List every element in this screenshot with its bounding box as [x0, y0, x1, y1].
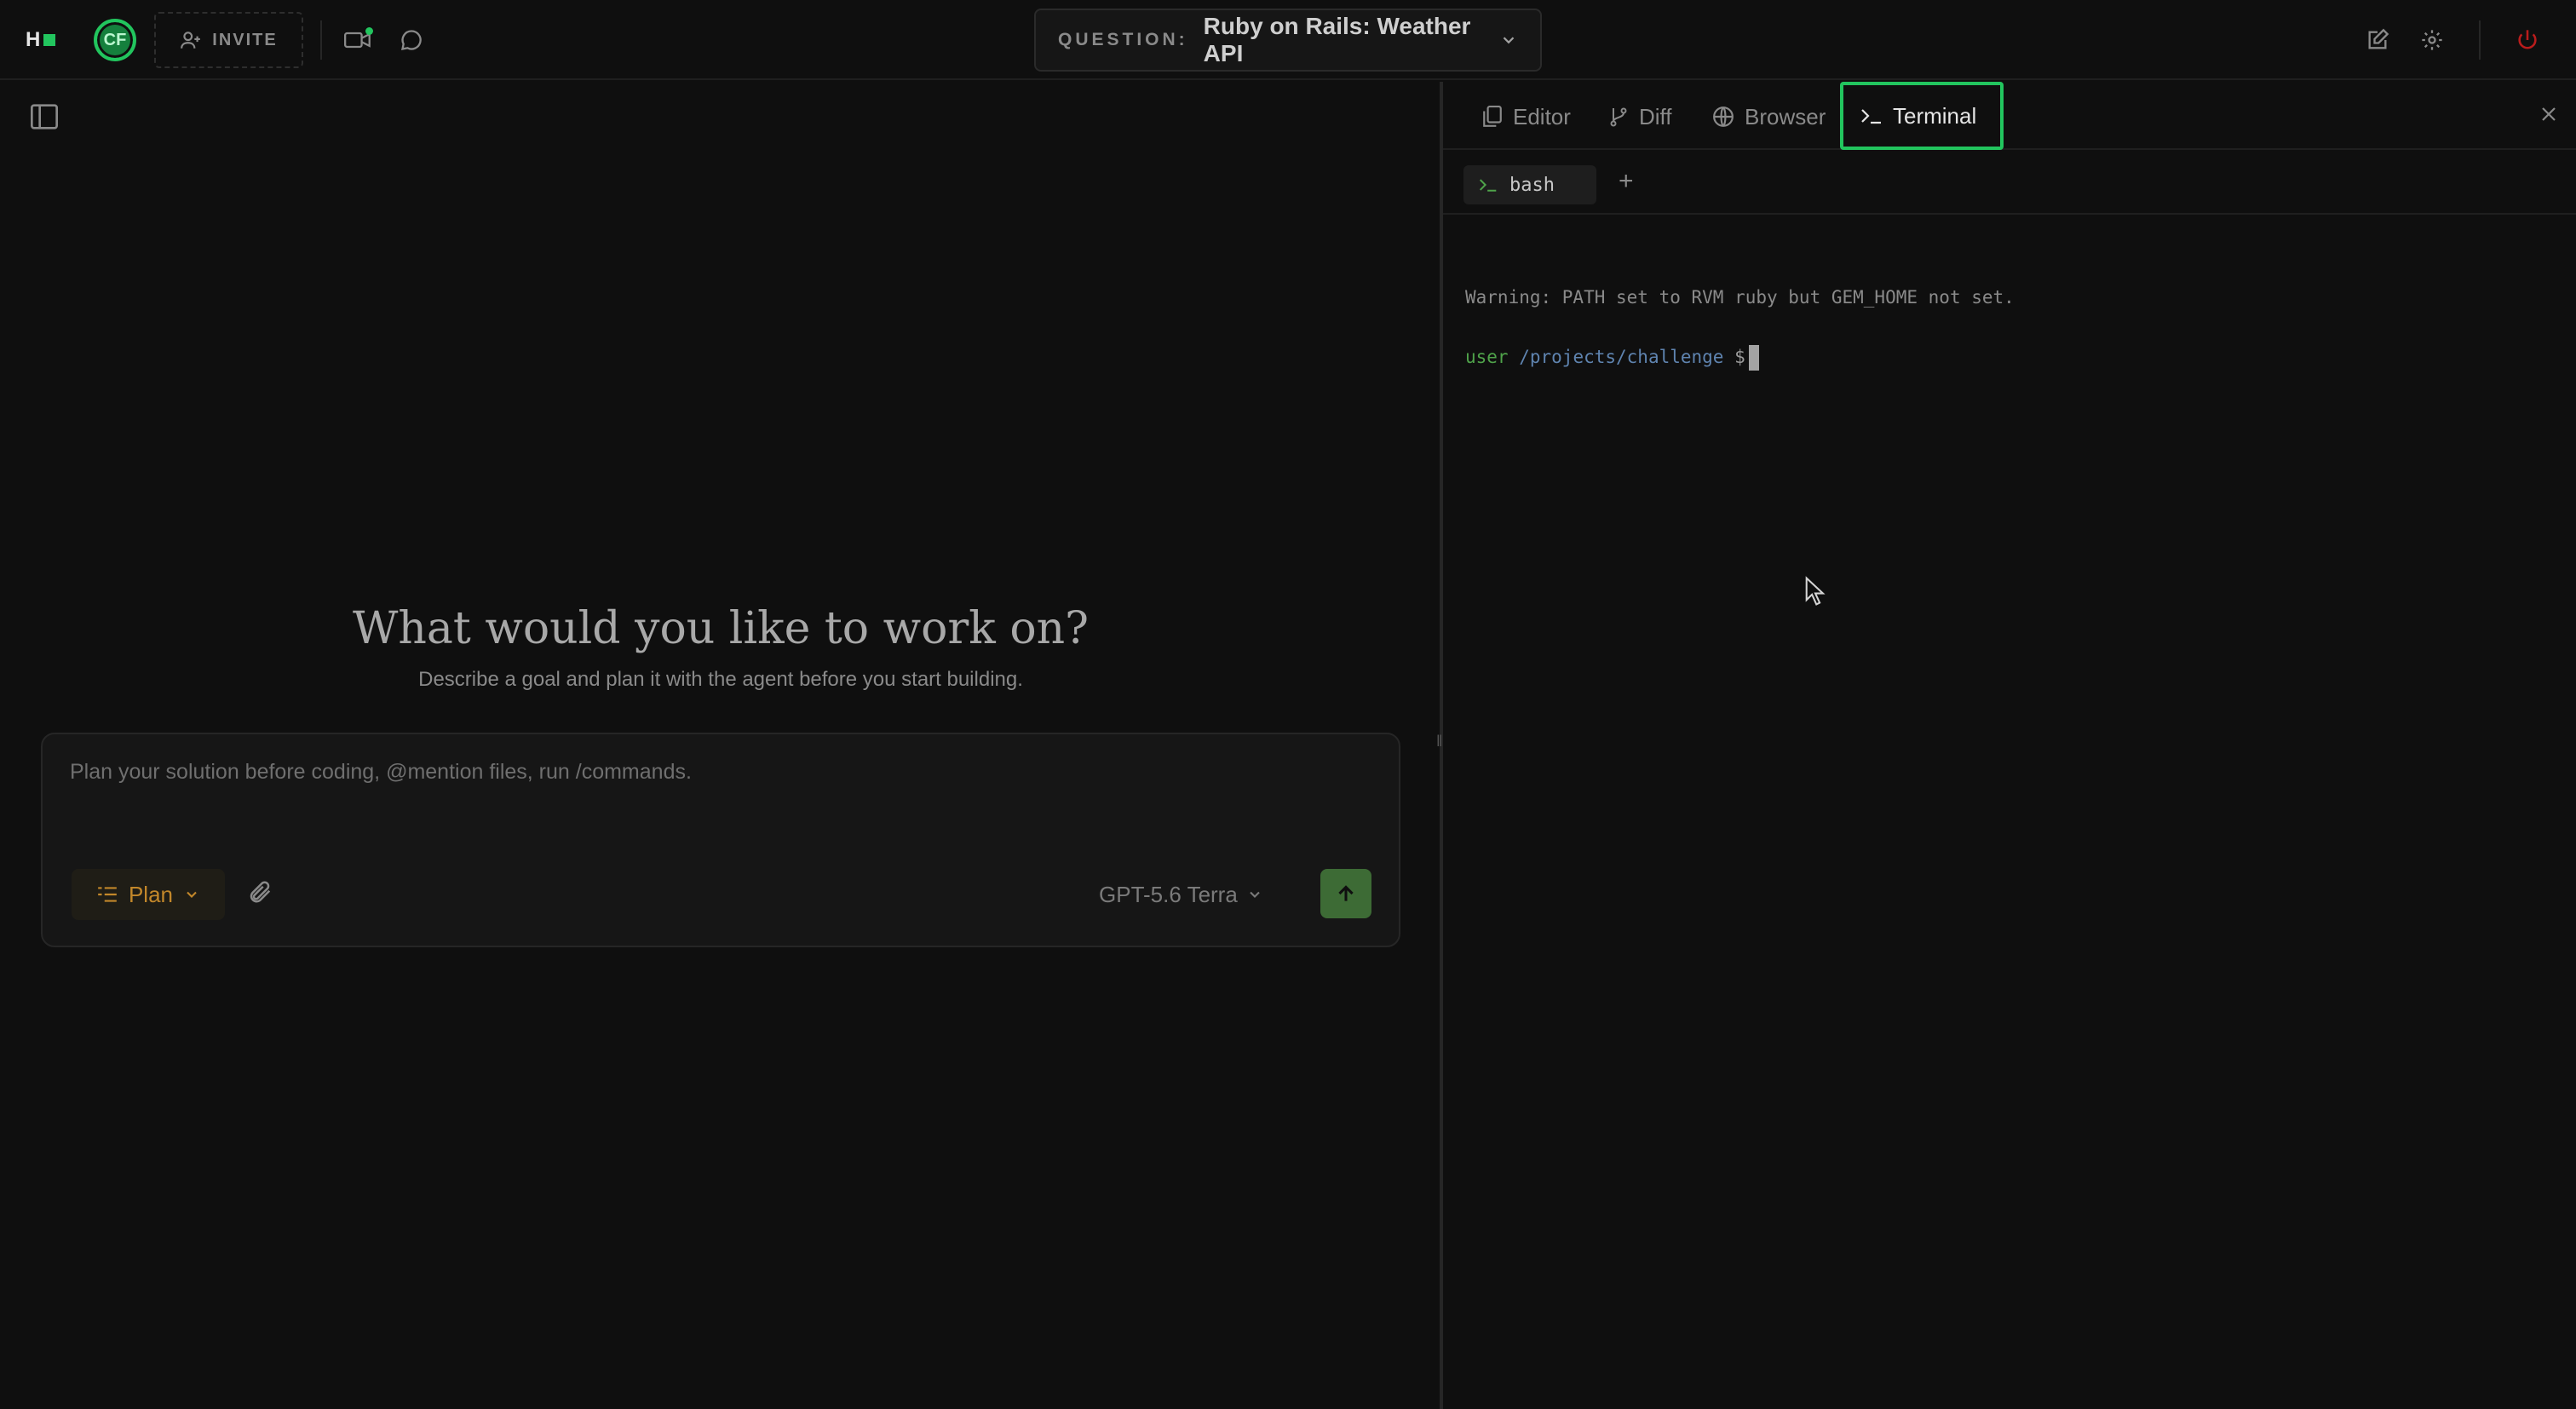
file-icon: [1483, 106, 1502, 127]
terminal-cursor: [1748, 345, 1759, 371]
chat-pane: What would you like to work on? Describe…: [0, 82, 1441, 1409]
invite-button[interactable]: INVITE: [154, 12, 303, 68]
terminal-session-tab[interactable]: bash: [1463, 165, 1596, 204]
invite-label: INVITE: [212, 30, 278, 49]
list-icon: [98, 887, 117, 902]
git-branch-icon: [1610, 107, 1627, 127]
question-title: Ruby on Rails: Weather API: [1203, 13, 1471, 66]
power-button[interactable]: [2513, 26, 2542, 55]
arrow-up-icon: [1338, 885, 1354, 901]
tab-editor-label: Editor: [1513, 103, 1571, 129]
close-panel-button[interactable]: [2539, 104, 2559, 129]
terminal-icon: [1479, 179, 1497, 192]
tab-browser[interactable]: Browser: [1712, 87, 1826, 147]
app-logo[interactable]: H: [26, 27, 56, 53]
close-icon: [2542, 107, 2556, 121]
attach-button[interactable]: [247, 879, 273, 909]
question-label: QUESTION:: [1058, 30, 1188, 49]
terminal-icon: [1861, 109, 1881, 124]
edit-icon: [2368, 28, 2389, 49]
page-title: What would you like to work on?: [352, 603, 1090, 654]
edit-button[interactable]: [2363, 26, 2392, 55]
terminal-warning-line: Warning: PATH set to RVM ruby but GEM_HO…: [1465, 287, 2015, 308]
logo-square: [43, 34, 56, 46]
chevron-down-icon: [1250, 891, 1260, 898]
power-icon: [2518, 30, 2537, 49]
mode-label: Plan: [128, 881, 174, 907]
composer-placeholder[interactable]: Plan your solution before coding, @menti…: [70, 760, 692, 785]
video-button[interactable]: [342, 26, 373, 55]
avatar[interactable]: CF: [94, 19, 136, 61]
globe-icon: [1713, 106, 1734, 127]
tool-panel: Editor Diff Browser Terminal bash + Warn…: [1443, 82, 2576, 1409]
terminal-session-tabs: bash +: [1443, 152, 2576, 215]
add-terminal-button[interactable]: +: [1619, 167, 1634, 196]
chat-button[interactable]: [397, 26, 426, 55]
add-user-icon: [181, 32, 201, 49]
prompt-symbol: $: [1734, 347, 1745, 367]
mouse-pointer-icon: [1804, 576, 1826, 611]
avatar-initials: CF: [103, 30, 127, 49]
tab-editor[interactable]: Editor: [1482, 87, 1571, 147]
terminal-output[interactable]: Warning: PATH set to RVM ruby but GEM_HO…: [1465, 267, 2559, 387]
panel-tabs: Editor Diff Browser Terminal: [1443, 82, 2576, 150]
chevron-down-icon: [1503, 37, 1515, 44]
tab-browser-label: Browser: [1745, 103, 1826, 129]
tab-diff-label: Diff: [1639, 103, 1672, 129]
terminal-prompt-line: user /projects/challenge $: [1465, 327, 2559, 387]
topbar-divider: [320, 20, 322, 60]
gear-icon: [2422, 30, 2442, 50]
topbar-divider-right: [2479, 20, 2481, 60]
question-selector[interactable]: QUESTION: Ruby on Rails: Weather API: [1034, 9, 1542, 72]
page-subtitle: Describe a goal and plan it with the age…: [418, 668, 1023, 691]
model-label: GPT-5.6 Terra: [1099, 881, 1238, 907]
mode-selector-button[interactable]: Plan: [72, 869, 225, 920]
logo-text: H: [26, 28, 41, 51]
tab-terminal[interactable]: Terminal: [1840, 82, 2004, 150]
model-selector[interactable]: GPT-5.6 Terra: [1099, 877, 1263, 912]
chat-bubble-icon: [401, 30, 422, 50]
sidebar-toggle-button[interactable]: [31, 104, 58, 134]
sidebar-icon: [31, 104, 58, 129]
top-bar: H CF INVITE QUESTION: Ruby on Rails: Wea…: [0, 0, 2576, 80]
chevron-down-icon: [187, 891, 197, 898]
paperclip-icon: [250, 881, 271, 903]
message-composer[interactable]: Plan your solution before coding, @menti…: [41, 733, 1400, 947]
terminal-session-label: bash: [1509, 174, 1555, 196]
live-indicator: [365, 27, 373, 35]
settings-button[interactable]: [2418, 26, 2447, 55]
tab-diff[interactable]: Diff: [1608, 87, 1672, 147]
send-button[interactable]: [1320, 869, 1371, 918]
tab-terminal-label: Terminal: [1893, 102, 1977, 129]
prompt-user: user: [1465, 347, 1509, 367]
prompt-path: /projects/challenge: [1519, 347, 1724, 367]
